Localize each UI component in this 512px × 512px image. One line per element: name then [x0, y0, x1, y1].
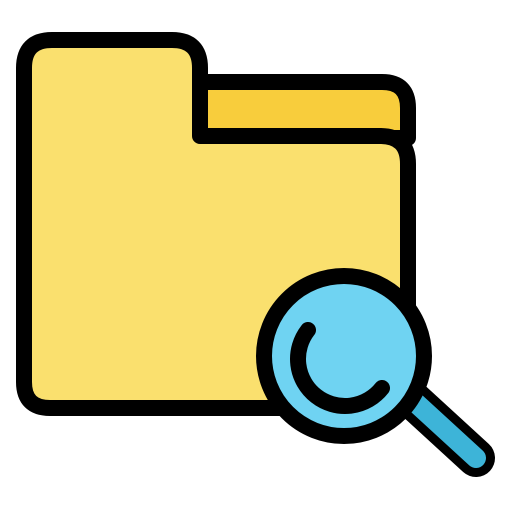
folder-search-icon	[0, 0, 512, 512]
folder-search-icon-graphic	[16, 32, 495, 477]
